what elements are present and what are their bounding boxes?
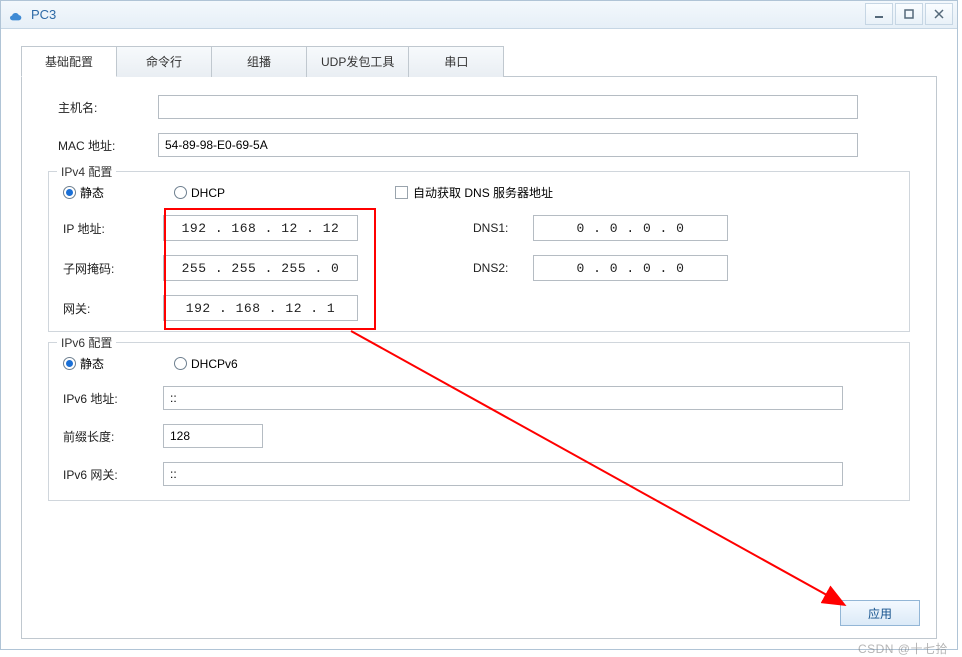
auto-dns-checkbox[interactable]: 自动获取 DNS 服务器地址 [395,184,553,201]
ipv6-gateway-input[interactable] [163,462,843,486]
ipv4-legend: IPv4 配置 [57,163,116,180]
subnet-mask-input[interactable]: 255 . 255 . 255 . 0 [163,255,358,281]
ipv4-fieldset: IPv4 配置 静态 DHCP 自动获取 DNS 服务器地址 [48,171,910,332]
window-title: PC3 [31,7,56,22]
ipv6-fieldset: IPv6 配置 静态 DHCPv6 IPv6 地址: 前 [48,342,910,501]
hostname-input[interactable] [158,95,858,119]
ipv6-address-input[interactable] [163,386,843,410]
tab-basic[interactable]: 基础配置 [21,46,117,77]
hostname-label: 主机名: [58,99,158,116]
app-icon [7,6,25,24]
maximize-button[interactable] [895,3,923,25]
dns2-input[interactable]: 0 . 0 . 0 . 0 [533,255,728,281]
mac-input[interactable] [158,133,858,157]
ipv6-prefix-label: 前缀长度: [63,428,163,445]
titlebar: PC3 [1,1,957,29]
ipv6-prefix-input[interactable] [163,424,263,448]
ipv6-dhcpv6-radio[interactable]: DHCPv6 [174,357,238,371]
minimize-button[interactable] [865,3,893,25]
ipv6-static-label: 静态 [80,355,104,372]
ipv6-dhcpv6-label: DHCPv6 [191,357,238,371]
tab-bar: 基础配置 命令行 组播 UDP发包工具 串口 [21,45,937,77]
apply-button-label: 应用 [868,605,892,622]
ipv4-static-label: 静态 [80,184,104,201]
ipv4-static-radio[interactable]: 静态 [63,184,104,201]
ipv4-dhcp-radio[interactable]: DHCP [174,186,225,200]
app-window: PC3 基础配置 命令行 组播 UDP发包工具 串口 主机名: MAC 地址: [0,0,958,650]
mask-label: 子网掩码: [63,260,163,277]
mac-label: MAC 地址: [58,137,158,154]
tab-udp[interactable]: UDP发包工具 [306,46,409,77]
ip-address-input[interactable]: 192 . 168 . 12 . 12 [163,215,358,241]
window-controls [865,3,953,25]
gw-label: 网关: [63,300,163,317]
tab-multicast[interactable]: 组播 [211,46,307,77]
dns1-input[interactable]: 0 . 0 . 0 . 0 [533,215,728,241]
close-button[interactable] [925,3,953,25]
gateway-input[interactable]: 192 . 168 . 12 . 1 [163,295,358,321]
tab-panel-basic: 主机名: MAC 地址: IPv4 配置 静态 [21,77,937,639]
content-area: 基础配置 命令行 组播 UDP发包工具 串口 主机名: MAC 地址: IPv4… [1,29,957,653]
ip-label: IP 地址: [63,220,163,237]
ipv4-dhcp-label: DHCP [191,186,225,200]
tab-cmd[interactable]: 命令行 [116,46,212,77]
tab-serial[interactable]: 串口 [408,46,504,77]
ipv6-gw-label: IPv6 网关: [63,466,163,483]
ipv6-legend: IPv6 配置 [57,334,116,351]
apply-button[interactable]: 应用 [840,600,920,626]
auto-dns-label: 自动获取 DNS 服务器地址 [413,184,553,201]
ipv6-static-radio[interactable]: 静态 [63,355,104,372]
ipv6-addr-label: IPv6 地址: [63,390,163,407]
